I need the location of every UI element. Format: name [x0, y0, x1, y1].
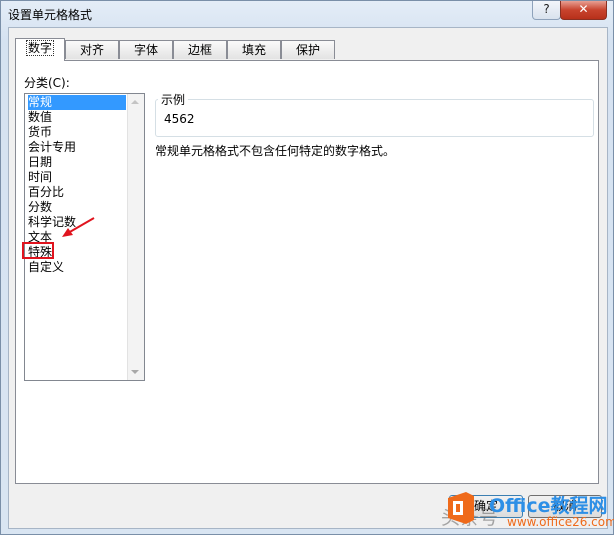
tab-font[interactable]: 字体 [119, 40, 173, 59]
category-item-accounting[interactable]: 会计专用 [28, 140, 76, 155]
tab-alignment[interactable]: 对齐 [65, 40, 119, 59]
watermark-brand: Office教程网 [489, 495, 608, 517]
sample-legend: 示例 [158, 91, 189, 108]
dialog-client-area: 数字 对齐 字体 边框 填充 保护 分类(C): 常规 数值 货币 会计专用 日… [8, 27, 608, 529]
annotation-arrow-icon [62, 217, 95, 237]
tab-number[interactable]: 数字 [15, 38, 65, 61]
tab-fill[interactable]: 填充 [227, 40, 281, 59]
category-item-percentage[interactable]: 百分比 [28, 185, 64, 200]
scroll-down-arrow-icon[interactable] [131, 370, 139, 374]
category-label: 分类(C): [24, 76, 70, 90]
office-logo-icon [448, 492, 474, 524]
category-item-general[interactable]: 常规 [28, 95, 126, 110]
sample-value: 4562 [164, 112, 195, 126]
category-item-number[interactable]: 数值 [28, 110, 52, 125]
watermark: 头条号 Office教程网 www.office26.com [441, 491, 614, 533]
sample-groupbox [155, 99, 594, 137]
number-tab-panel: 分类(C): 常规 数值 货币 会计专用 日期 时间 百分比 分数 科学记数 文… [15, 60, 599, 484]
watermark-url: www.office26.com [507, 515, 614, 529]
category-item-date[interactable]: 日期 [28, 155, 52, 170]
category-scrollbar[interactable] [127, 94, 144, 380]
category-item-currency[interactable]: 货币 [28, 125, 52, 140]
tab-border[interactable]: 边框 [173, 40, 227, 59]
format-description: 常规单元格格式不包含任何特定的数字格式。 [155, 144, 396, 158]
close-button[interactable]: ✕ [560, 1, 607, 20]
category-item-custom[interactable]: 自定义 [28, 260, 64, 275]
title-bar[interactable]: 设置单元格格式 ? ✕ [1, 1, 613, 27]
category-item-time[interactable]: 时间 [28, 170, 52, 185]
help-button[interactable]: ? [532, 1, 561, 20]
tab-number-label: 数字 [25, 40, 55, 56]
dialog-title: 设置单元格格式 [8, 8, 93, 22]
category-item-fraction[interactable]: 分数 [28, 200, 52, 215]
format-cells-dialog: 设置单元格格式 ? ✕ 数字 对齐 字体 边框 填充 保护 分类(C): 常规 … [0, 0, 614, 535]
tab-protection[interactable]: 保护 [281, 40, 335, 59]
scroll-up-arrow-icon[interactable] [131, 100, 139, 104]
annotation-highlight-box [22, 242, 54, 259]
